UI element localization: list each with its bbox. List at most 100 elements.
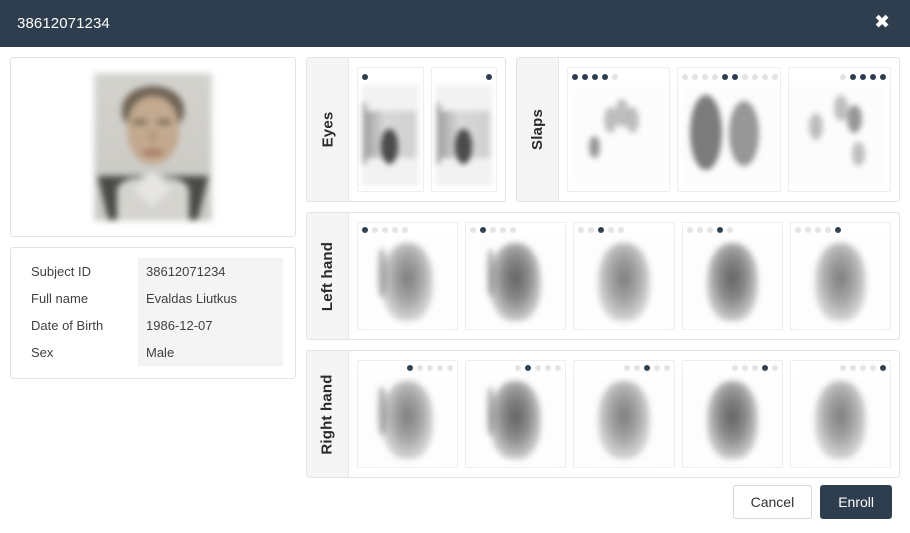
dot-indicator-active xyxy=(859,74,866,80)
dot-indicator-active xyxy=(486,74,492,80)
dot-indicator xyxy=(382,227,388,233)
dialog-titlebar: 38612071234 ✖ xyxy=(0,0,910,47)
dot-indicator-active xyxy=(834,227,841,233)
fingerprint-blob xyxy=(588,135,600,158)
capture-cell[interactable] xyxy=(430,67,497,192)
slap-image xyxy=(792,85,886,186)
detail-value: 38612071234 xyxy=(138,258,283,285)
fingerprint-image xyxy=(470,236,562,328)
dot-indicator xyxy=(741,365,748,371)
fingerprint-blob xyxy=(626,107,640,134)
fingerprint-ridges xyxy=(490,243,542,321)
detail-label: Subject ID xyxy=(23,258,138,285)
capture-cell[interactable] xyxy=(681,360,783,468)
subject-details-table: Subject ID 38612071234 Full name Evaldas Li… xyxy=(23,258,283,366)
fingerprint-ridges xyxy=(706,381,758,459)
dot-indicator-active xyxy=(761,365,768,371)
capture-cell[interactable] xyxy=(789,222,892,330)
dot-indicator xyxy=(794,227,801,233)
capture-cell[interactable] xyxy=(573,222,675,330)
dot-indicator xyxy=(447,365,454,371)
fingerprint-image xyxy=(470,374,562,466)
capture-dots xyxy=(572,72,665,82)
dot-indicator xyxy=(490,227,497,233)
capture-cell[interactable] xyxy=(681,222,783,330)
dot-indicator xyxy=(814,227,821,233)
capture-cell[interactable] xyxy=(789,360,892,468)
dot-indicator xyxy=(752,74,759,80)
dot-indicator xyxy=(392,227,398,233)
portrait-brow-right xyxy=(157,120,171,124)
panel-label-text: Left hand xyxy=(319,241,337,311)
dot-indicator-active xyxy=(592,74,598,80)
dot-indicator xyxy=(742,74,749,80)
cancel-button[interactable]: Cancel xyxy=(732,485,813,519)
detail-row: Sex Male xyxy=(23,339,283,366)
dot-indicator-active xyxy=(849,74,856,80)
fingerprint-image xyxy=(362,374,454,466)
fingerprint-blob xyxy=(809,113,824,140)
capture-dots xyxy=(470,227,561,233)
capture-cell[interactable] xyxy=(787,67,891,192)
dot-indicator xyxy=(653,365,660,371)
dot-indicator xyxy=(515,365,522,371)
detail-label: Full name xyxy=(23,285,138,312)
capture-cell[interactable] xyxy=(567,67,671,192)
subject-details-card: Subject ID 38612071234 Full name Evaldas Li… xyxy=(10,247,296,379)
dot-indicator xyxy=(402,227,408,233)
capture-cell[interactable] xyxy=(465,222,567,330)
panel-right-hand: Right hand xyxy=(306,350,900,478)
dot-indicator xyxy=(850,365,857,371)
panel-label-text: Right hand xyxy=(319,373,337,455)
dialog-body: Subject ID 38612071234 Full name Evaldas Li… xyxy=(0,47,910,478)
iris-iris xyxy=(381,129,399,164)
dot-indicator-active xyxy=(598,227,605,233)
dot-indicator xyxy=(712,74,719,80)
capture-dots xyxy=(362,365,454,371)
dot-indicator xyxy=(437,365,444,371)
panel-label: Right hand xyxy=(307,351,349,477)
capture-cell[interactable] xyxy=(465,360,567,468)
enrollment-dialog: 38612071234 ✖ Subject ID 38612071234 Ful… xyxy=(0,0,910,533)
detail-row: Full name Evaldas Liutkus xyxy=(23,285,283,312)
dot-indicator xyxy=(686,227,693,233)
dot-indicator xyxy=(372,227,378,233)
panel-slaps: Slaps xyxy=(516,57,900,202)
detail-value: 1986-12-07 xyxy=(138,312,283,339)
close-icon[interactable]: ✖ xyxy=(872,11,892,36)
detail-value: Evaldas Liutkus xyxy=(138,285,283,312)
fingerprint-image xyxy=(686,374,778,466)
capture-cell[interactable] xyxy=(357,67,424,192)
dot-indicator xyxy=(633,365,640,371)
detail-row: Date of Birth 1986-12-07 xyxy=(23,312,283,339)
portrait-nose xyxy=(149,130,157,144)
capture-dots xyxy=(362,72,419,82)
enroll-button[interactable]: Enroll xyxy=(820,485,892,519)
dot-indicator xyxy=(702,74,709,80)
capture-dots xyxy=(470,365,562,371)
dot-indicator-active xyxy=(869,74,876,80)
capture-cell[interactable] xyxy=(357,222,459,330)
capture-cell[interactable] xyxy=(677,67,781,192)
capture-cell[interactable] xyxy=(573,360,675,468)
dot-indicator xyxy=(726,227,733,233)
capture-cell[interactable] xyxy=(357,360,459,468)
fingerprint-image xyxy=(794,236,887,328)
dot-indicator xyxy=(804,227,811,233)
fingerprint-blob xyxy=(689,95,722,170)
dot-indicator xyxy=(751,365,758,371)
fingerprint-ridges xyxy=(382,243,434,321)
panel-left-hand: Left hand xyxy=(306,212,900,340)
biometrics-row-left-hand: Left hand xyxy=(306,212,900,340)
fingerprint-image xyxy=(578,374,670,466)
dialog-title: 38612071234 xyxy=(17,15,110,32)
biometrics-row-right-hand: Right hand xyxy=(306,350,900,478)
subject-photo-card xyxy=(10,57,296,237)
subject-details-body: Subject ID 38612071234 Full name Evaldas Li… xyxy=(23,258,283,366)
fingerprint-image xyxy=(794,374,887,466)
dot-indicator xyxy=(706,227,713,233)
portrait-mouth xyxy=(143,150,163,155)
dot-group xyxy=(732,74,779,80)
dot-indicator xyxy=(860,365,867,371)
dot-indicator-active xyxy=(572,74,578,80)
